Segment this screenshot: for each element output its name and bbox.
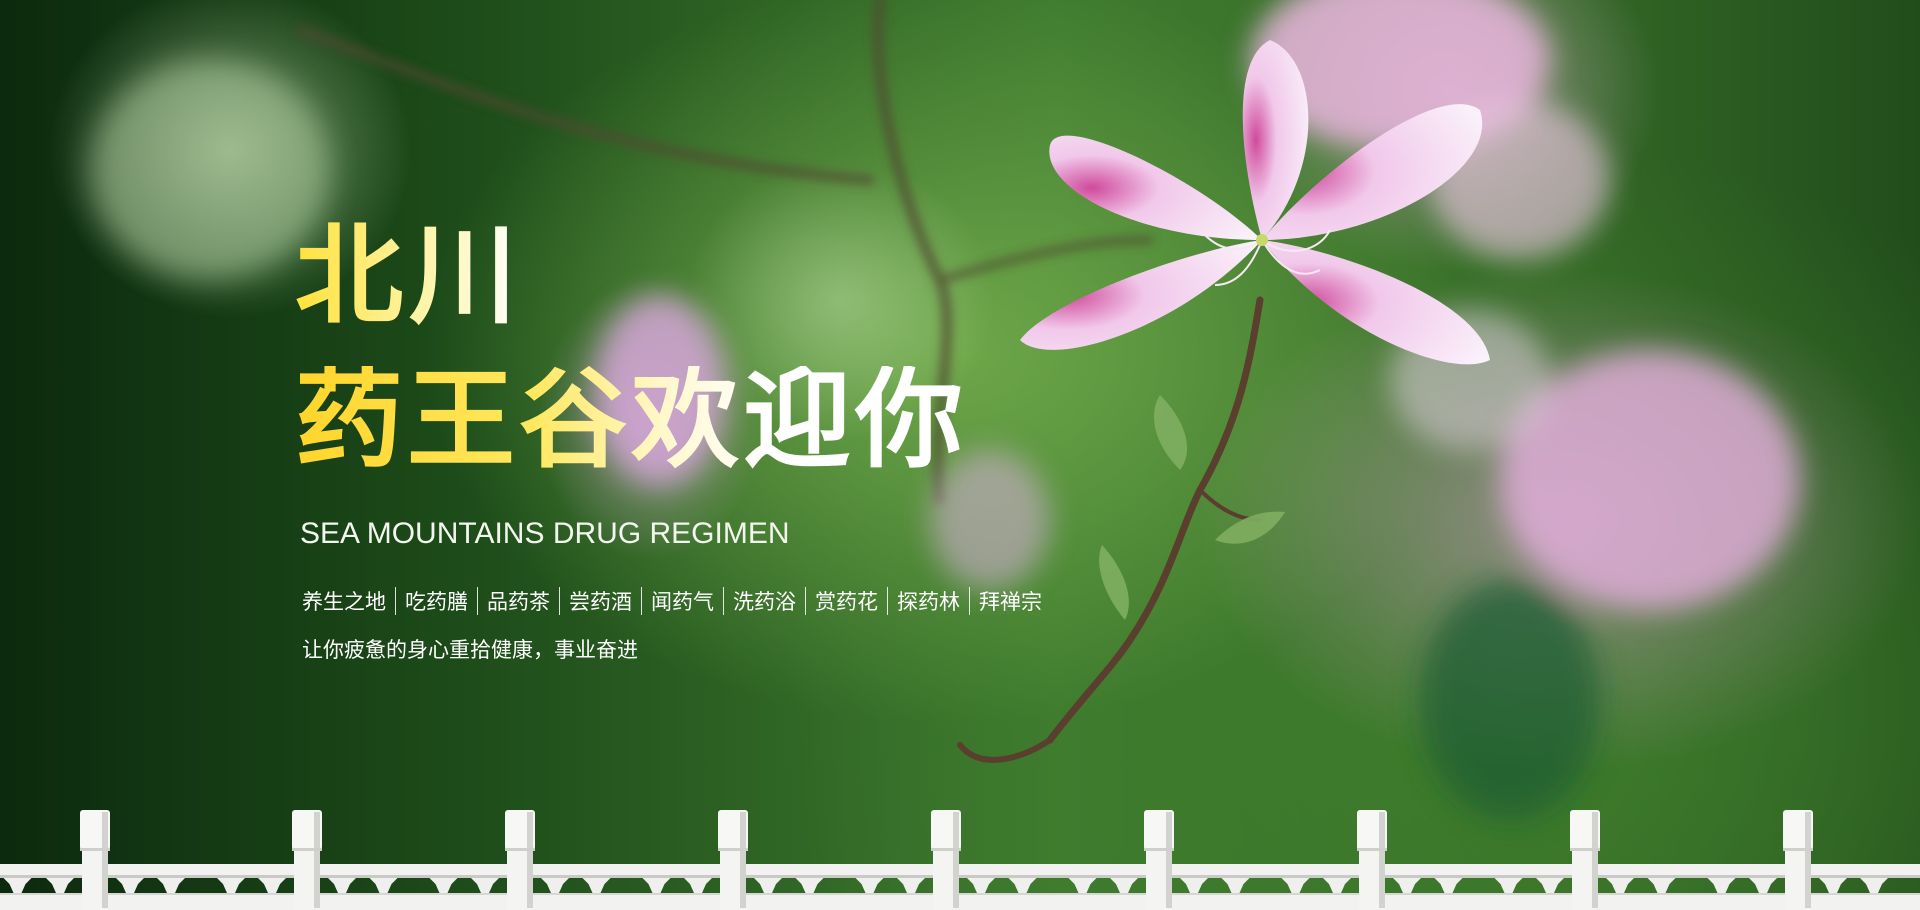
divider bbox=[559, 587, 560, 615]
fence-ornament bbox=[1749, 878, 1777, 893]
divider bbox=[395, 587, 396, 615]
divider bbox=[969, 587, 970, 615]
fence-post bbox=[718, 810, 748, 910]
fence-ornament bbox=[116, 878, 144, 893]
feature-item: 赏药花 bbox=[815, 590, 878, 614]
fence-post bbox=[931, 810, 961, 910]
divider bbox=[887, 587, 888, 615]
fence-ornament bbox=[1819, 878, 1847, 893]
feature-item: 养生之地 bbox=[302, 590, 386, 614]
fence-ornament bbox=[1536, 878, 1564, 893]
fence-ornament bbox=[1860, 878, 1888, 893]
fence-ornament bbox=[1323, 878, 1351, 893]
fence-post bbox=[1783, 810, 1813, 910]
fence-ornament bbox=[1008, 878, 1037, 893]
fence-ornament bbox=[1110, 878, 1138, 893]
fence-ornament bbox=[754, 878, 782, 893]
fence-ornament bbox=[1393, 878, 1421, 893]
fence-ornament bbox=[157, 878, 185, 893]
fence-ornament bbox=[967, 878, 995, 893]
hero-banner: 北川 药王谷欢迎你 SEA MOUNTAINS DRUG REGIMEN 养生之… bbox=[0, 0, 1920, 910]
fence-ornament bbox=[46, 878, 74, 893]
feature-item: 拜禅宗 bbox=[979, 590, 1042, 614]
fence-ornament bbox=[1647, 878, 1676, 893]
fence-post bbox=[1570, 810, 1600, 910]
divider bbox=[641, 587, 642, 615]
divider bbox=[477, 587, 478, 615]
feature-item: 闻药气 bbox=[651, 590, 714, 614]
english-subtitle: SEA MOUNTAINS DRUG REGIMEN bbox=[300, 517, 790, 550]
feature-item: 洗药浴 bbox=[733, 590, 796, 614]
fence-post bbox=[1144, 810, 1174, 910]
fence-post bbox=[292, 810, 322, 910]
fence-ornament bbox=[1281, 878, 1310, 893]
fence-ornament bbox=[3, 878, 32, 893]
feature-list: 养生之地 吃药膳 品药茶 尝药酒 闻药气 洗药浴 赏药花 探药林 拜禅宗 bbox=[302, 586, 1042, 616]
fence-ornament bbox=[1221, 878, 1250, 893]
fence-ornament bbox=[582, 878, 611, 893]
slogan: 让你疲惫的身心重拾健康，事业奋进 bbox=[302, 638, 638, 662]
fence-post bbox=[1357, 810, 1387, 910]
feature-item: 吃药膳 bbox=[405, 590, 468, 614]
fence-ornament bbox=[795, 878, 824, 893]
fence-ornament bbox=[642, 878, 671, 893]
feature-item: 品药茶 bbox=[487, 590, 550, 614]
fence-ornament bbox=[1068, 878, 1097, 893]
fence-ornament bbox=[217, 878, 245, 893]
fence-ornament bbox=[1494, 878, 1523, 893]
fence-ornament bbox=[1707, 878, 1736, 893]
divider bbox=[805, 587, 806, 615]
fence-ornament bbox=[369, 878, 398, 893]
fence-ornament bbox=[855, 878, 884, 893]
headline-line-1: 北川 bbox=[295, 213, 524, 339]
headline: 北川 药王谷欢迎你 bbox=[295, 222, 967, 474]
fence-ornament bbox=[328, 878, 356, 893]
headline-line-2: 药王谷欢迎你 bbox=[295, 357, 968, 483]
divider bbox=[723, 587, 724, 615]
fence-ornament bbox=[1606, 878, 1634, 893]
fence-ornament bbox=[897, 878, 925, 893]
fence-ornament bbox=[1180, 878, 1208, 893]
feature-item: 尝药酒 bbox=[569, 590, 632, 614]
white-stone-fence-icon bbox=[0, 810, 1920, 910]
fence-ornament bbox=[471, 878, 499, 893]
fence-post bbox=[505, 810, 535, 910]
fence-ornament bbox=[1434, 878, 1463, 893]
fence-ornament bbox=[541, 878, 569, 893]
fence-post bbox=[80, 810, 110, 910]
feature-item: 探药林 bbox=[897, 590, 960, 614]
fence-ornament bbox=[258, 878, 286, 893]
fence-ornament bbox=[429, 878, 458, 893]
fence-ornament bbox=[684, 878, 712, 893]
